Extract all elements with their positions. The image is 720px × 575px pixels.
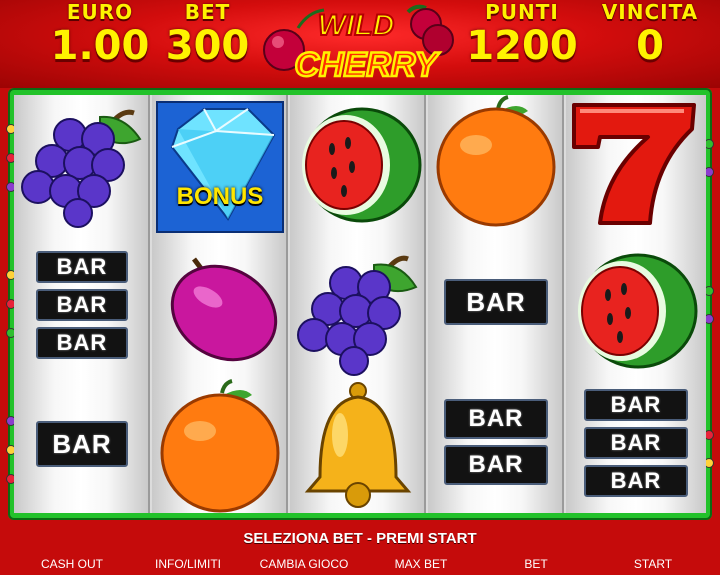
euro-value: 1.00 [50,23,150,69]
bet-value: 300 [165,23,250,69]
bar-symbol: BAR [584,389,688,421]
bet-label: BET [184,0,231,24]
euro-label: EURO [66,0,134,24]
max-bet-button[interactable]: MAX BET [382,553,460,575]
start-button[interactable]: START [618,553,688,575]
logo-wild-text: WILD [318,9,395,42]
bar-symbol: BAR [36,327,128,359]
bar-symbol: BAR [36,251,128,283]
vincita-value: 0 [636,23,664,69]
reel-3 [290,95,426,513]
punti-value: 1200 [466,23,578,69]
bet-display: BET 300 [160,0,255,68]
vincita-display: VINCITA 0 [585,0,715,68]
reels-area: BAR BAR BAR BAR BONUS BAR BAR BAR BAR BA… [14,95,706,513]
reel-1: BAR BAR BAR BAR [14,95,150,513]
bonus-label: BONUS [176,183,264,210]
status-message: SELEZIONA BET - PREMI START [243,530,477,547]
logo-cherry-text: CHERRY [295,46,441,84]
watermelon-icon [302,107,422,223]
plum-icon [170,257,278,362]
bar-symbol: BAR [584,427,688,459]
punti-display: PUNTI 1200 [462,0,582,68]
info-limits-button[interactable]: INFO/LIMITI [138,553,238,575]
grapes-icon [21,109,142,228]
bet-button[interactable]: BET [506,553,566,575]
cash-out-button[interactable]: CASH OUT [22,553,122,575]
orange-icon [160,379,280,513]
button-bar: CASH OUT INFO/LIMITI CAMBIA GIOCO MAX BE… [0,553,720,575]
bar-symbol: BAR [444,279,548,325]
punti-label: PUNTI [485,0,559,24]
watermelon-icon [578,253,698,369]
grapes-icon [297,255,418,376]
euro-display: EURO 1.00 [40,0,160,68]
wild-cherry-logo: WILD CHERRY [263,4,454,85]
bar-symbol: BAR [36,289,128,321]
reel-4: BAR BAR BAR [428,95,564,513]
orange-icon [436,95,556,227]
reel-5: BAR BAR BAR [566,95,706,513]
bar-symbol: BAR [584,465,688,497]
bar-symbol: BAR [444,445,548,485]
bar-symbol: BAR [444,399,548,439]
reel-2: BONUS [152,95,288,513]
seven-icon [572,103,696,225]
bar-symbol: BAR [36,421,128,467]
change-game-button[interactable]: CAMBIA GIOCO [248,553,360,575]
vincita-label: VINCITA [601,0,699,24]
bell-icon [304,382,412,508]
diamond-icon [170,108,276,221]
header-bar: EURO 1.00 BET 300 WILD CHERRY PUNTI 1200… [0,0,720,88]
bonus-tile: BONUS [156,101,284,233]
